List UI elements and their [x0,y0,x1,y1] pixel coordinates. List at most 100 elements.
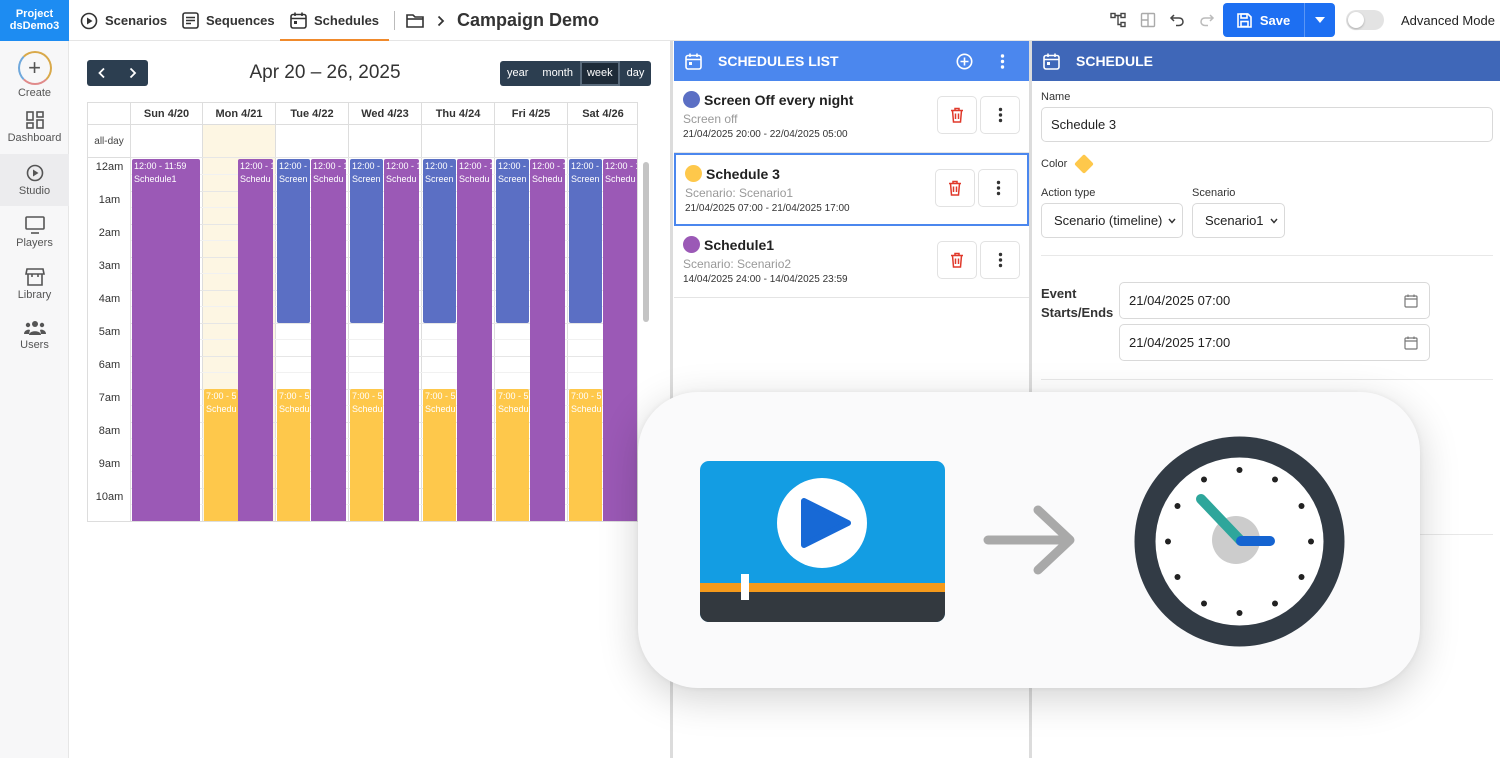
arrow-right-icon [983,505,1075,575]
sidebar-item-label: Create [17,87,52,99]
event-time: 12:00 - 5 [498,161,529,171]
action-type-select[interactable]: Scenario (timeline) [1041,203,1183,238]
calendar-event[interactable]: 12:00 - 1 Schedu [530,159,565,521]
chevron-down-icon [1168,218,1176,224]
save-options-button[interactable] [1304,3,1335,37]
view-day-button[interactable]: day [620,61,652,86]
calendar-event[interactable]: 7:00 - 5 Schedu [496,389,529,521]
view-week-button[interactable]: week [579,61,620,86]
tab-sequences[interactable]: Sequences [182,0,275,41]
calendar-event[interactable]: 12:00 - 1 Schedu [384,159,419,521]
calendar-event[interactable]: 12:00 - 1 Schedu [238,159,273,521]
action-type-label: Action type [1041,187,1096,199]
more-vertical-icon[interactable] [1000,53,1005,70]
start-date-input[interactable]: 21/04/2025 07:00 [1119,282,1430,319]
tab-scenarios[interactable]: Scenarios [80,0,167,41]
hour-label: 2am [98,227,121,239]
calendar-scrollbar[interactable] [643,162,649,322]
sidebar-item-studio[interactable]: Studio [0,154,69,206]
calendar-event[interactable]: 7:00 - 5 Schedu [423,389,456,521]
sidebar-item-users[interactable]: Users [0,310,69,362]
more-vertical-icon [998,252,1002,268]
day-column-header[interactable]: Mon 4/21 [203,103,276,125]
sidebar-item-label: Studio [18,185,51,197]
day-column-header[interactable]: Thu 4/24 [422,103,495,125]
promo-overlay-card [638,392,1420,688]
schedule-list-item[interactable]: Schedule1 Scenario: Scenario2 14/04/2025… [674,226,1029,298]
calendar-event[interactable]: 12:00 - 5 Screen every n [423,159,456,323]
name-input[interactable]: Schedule 3 [1041,107,1493,142]
calendar-event[interactable]: 12:00 - 5 Screen every n [277,159,310,323]
add-circle-icon[interactable] [956,53,973,70]
folder-icon[interactable] [406,13,425,28]
color-swatch[interactable] [1074,154,1094,174]
event-title: Schedule1 [134,174,177,184]
schedule-options-button[interactable] [978,169,1018,207]
tab-schedules[interactable]: Schedules [279,0,390,41]
advanced-mode-toggle[interactable] [1346,10,1384,30]
next-week-button[interactable] [118,60,149,86]
chevron-right-icon [437,15,445,26]
project-badge[interactable]: Project dsDemo3 [0,0,69,41]
hour-label: 3am [98,260,121,272]
action-type-value: Scenario (timeline) [1054,213,1163,228]
event-title: Screen every n [498,174,529,184]
view-year-button[interactable]: year [500,61,535,86]
event-title: Schedu [605,174,636,184]
clock-icon [1134,436,1345,647]
hierarchy-icon[interactable] [1110,12,1126,28]
calendar-event[interactable]: 7:00 - 5 Schedu [350,389,383,521]
caret-down-icon [1315,17,1325,23]
day-column-header[interactable]: Tue 4/22 [276,103,349,125]
hour-label: 10am [95,491,124,503]
view-month-button[interactable]: month [535,61,580,86]
calendar-event[interactable]: 12:00 - 11:59 Schedule1 [132,159,200,521]
day-column-header[interactable]: Sun 4/20 [131,103,203,125]
start-date-value: 21/04/2025 07:00 [1129,293,1231,308]
schedule-list-item-selected[interactable]: Schedule 3 Scenario: Scenario1 21/04/202… [674,153,1029,226]
schedule-options-button[interactable] [980,241,1020,279]
sidebar-item-library[interactable]: Library [0,258,69,310]
delete-schedule-button[interactable] [937,96,977,134]
schedule-name: Schedule 3 [706,166,780,182]
event-time: 12:00 - 5 [352,161,383,171]
calendar-picker-icon[interactable] [1404,294,1418,308]
calendar-event[interactable]: 7:00 - 5 Schedu [277,389,310,521]
redo-icon[interactable] [1199,12,1215,28]
page-title: Campaign Demo [457,10,600,30]
day-column-header[interactable]: Sat 4/26 [568,103,637,125]
prev-week-button[interactable] [87,60,118,86]
schedule-options-button[interactable] [980,96,1020,134]
schedule-list-item[interactable]: Screen Off every night Screen off 21/04/… [674,81,1029,153]
calendar-event[interactable]: 12:00 - 1 Schedu [457,159,492,521]
sidebar-item-dashboard[interactable]: Dashboard [0,101,69,153]
scenario-value: Scenario1 [1205,213,1264,228]
schedule-dates: 14/04/2025 24:00 - 14/04/2025 23:59 [683,274,848,285]
plus-icon: + [17,51,52,85]
sidebar-item-label: Library [17,289,52,301]
calendar-event[interactable]: 7:00 - 5 Schedu [569,389,602,521]
day-column-header[interactable]: Wed 4/23 [349,103,422,125]
scenario-select[interactable]: Scenario1 [1192,203,1285,238]
hour-label: 6am [98,359,121,371]
event-title: Schedu [386,174,417,184]
calendar-event[interactable]: 12:00 - 5 Screen every n [569,159,602,323]
delete-schedule-button[interactable] [935,169,975,207]
undo-icon[interactable] [1169,12,1185,28]
calendar-event[interactable]: 12:00 - 1 Schedu [603,159,637,521]
sidebar-item-create[interactable]: + Create [0,45,69,99]
calendar-event[interactable]: 12:00 - 1 Schedu [311,159,346,521]
event-time: 12:00 - 1 [386,161,419,171]
layout-icon[interactable] [1140,12,1156,28]
calendar-event[interactable]: 7:00 - 5 Schedu [204,389,238,521]
end-date-input[interactable]: 21/04/2025 17:00 [1119,324,1430,361]
calendar-picker-icon[interactable] [1404,336,1418,350]
save-button[interactable]: Save [1223,3,1304,37]
event-time: 12:00 - 1 [313,161,346,171]
calendar-event[interactable]: 12:00 - 5 Screen every n [350,159,383,323]
day-column-header[interactable]: Fri 4/25 [495,103,568,125]
sidebar-item-players[interactable]: Players [0,206,69,258]
delete-schedule-button[interactable] [937,241,977,279]
schedule-dates: 21/04/2025 07:00 - 21/04/2025 17:00 [685,203,850,214]
calendar-event[interactable]: 12:00 - 5 Screen every n [496,159,529,323]
